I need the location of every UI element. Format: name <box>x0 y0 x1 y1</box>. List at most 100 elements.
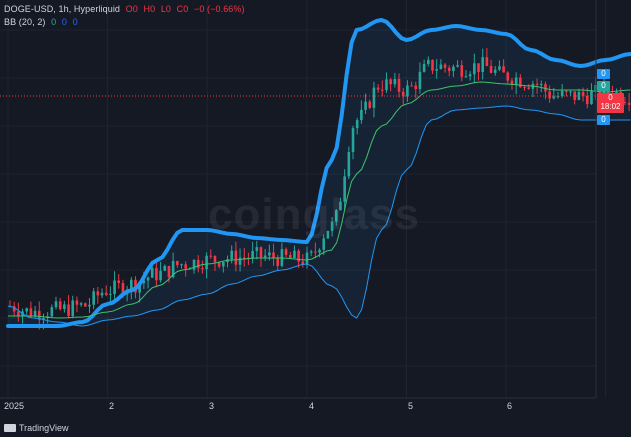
symbol-title: DOGE-USD, 1h, Hyperliquid <box>4 4 121 14</box>
candle-body <box>163 266 167 271</box>
x-tick-label: 6 <box>507 401 513 411</box>
candle-body <box>527 87 531 89</box>
candle-body <box>88 304 91 307</box>
symbol-legend[interactable]: DOGE-USD, 1h, Hyperliquid O0 H0 L0 C0 −0… <box>4 4 248 14</box>
candle-body <box>234 250 238 265</box>
candle-body <box>259 247 263 258</box>
candle-body <box>623 102 627 104</box>
candle-body <box>498 66 501 70</box>
x-tick-label: 2 <box>109 401 115 411</box>
last-price-tag: 0 18:02 <box>597 93 624 113</box>
candle-body <box>569 91 572 93</box>
candle-body <box>414 85 418 90</box>
candle-body <box>196 259 200 269</box>
ohlc-low: L0 <box>160 4 172 14</box>
ohlc-change: −0 (−0.66%) <box>193 4 245 14</box>
candle-body <box>184 264 187 269</box>
candle-body <box>104 292 108 295</box>
candle-body <box>393 79 397 85</box>
candle-body <box>71 300 75 316</box>
candle-body <box>385 79 388 91</box>
tradingview-logo[interactable]: TradingView <box>4 423 69 433</box>
candle-body <box>585 95 589 105</box>
candle-body <box>435 68 438 71</box>
candle-body <box>100 292 104 296</box>
candle-body <box>79 303 83 305</box>
candle-body <box>305 252 309 265</box>
candle-body <box>25 308 29 312</box>
candle-body <box>493 69 497 73</box>
candle-body <box>427 59 430 65</box>
candle-body <box>222 262 225 267</box>
candle-body <box>422 64 426 72</box>
lower-band-price-tag: 0 <box>597 115 610 125</box>
candle-body <box>176 261 179 266</box>
candle-body <box>205 255 208 270</box>
candle-body <box>17 311 20 316</box>
candle-body <box>544 84 547 92</box>
bar-countdown: 18:02 <box>600 102 621 111</box>
candle-body <box>213 255 217 263</box>
x-tick-label: 5 <box>408 401 414 411</box>
chart-stage: coinglass DOGE-USD, 1h, Hyperliquid O0 H… <box>0 0 631 437</box>
candle-body <box>560 90 564 97</box>
candle-body <box>477 63 480 73</box>
candle-body <box>209 255 213 257</box>
candle-body <box>50 307 54 317</box>
candle-body <box>502 66 505 73</box>
ohlc-high: H0 <box>143 4 156 14</box>
candle-body <box>347 151 351 177</box>
candle-body <box>192 259 196 270</box>
ohlc-open: O0 <box>125 4 138 14</box>
x-tick-label: 4 <box>309 401 315 411</box>
tradingview-label: TradingView <box>19 423 69 433</box>
candle-body <box>523 87 526 89</box>
candle-body <box>314 251 317 253</box>
candle-body <box>372 87 376 108</box>
candle-body <box>92 291 95 305</box>
candle-body <box>364 101 367 110</box>
candle-body <box>548 91 551 99</box>
candle-body <box>464 76 468 78</box>
candle-body <box>397 79 401 92</box>
candle-body <box>410 85 413 87</box>
candle-body <box>96 291 100 296</box>
candle-body <box>590 90 593 105</box>
candle-body <box>485 57 489 67</box>
candle-body <box>565 90 568 92</box>
candle-body <box>443 64 447 68</box>
candle-body <box>251 250 254 259</box>
candle-body <box>514 77 518 85</box>
ohlc-close: C0 <box>176 4 189 14</box>
candle-body <box>355 120 359 129</box>
candle-body <box>75 300 79 305</box>
candle-body <box>389 79 392 85</box>
candle-body <box>83 303 87 307</box>
bb-upper-value: 0 <box>61 17 67 27</box>
candle-body <box>293 250 296 259</box>
candle-body <box>468 74 472 77</box>
candle-body <box>201 268 204 270</box>
upper-band-price-tag: 0 <box>597 69 610 79</box>
candle-body <box>535 83 539 85</box>
candle-body <box>63 304 66 310</box>
candle-body <box>431 59 434 71</box>
candle-body <box>447 67 451 72</box>
candle-body <box>284 249 288 255</box>
bb-lower-value: 0 <box>72 17 78 27</box>
candle-body <box>67 304 70 316</box>
candle-body <box>268 252 271 256</box>
candle-body <box>255 247 259 251</box>
bb-basis-value: 0 <box>51 17 57 27</box>
candle-body <box>276 258 280 266</box>
candle-body <box>452 66 455 72</box>
candle-body <box>581 91 585 96</box>
candle-body <box>318 249 321 253</box>
candle-body <box>460 65 464 77</box>
candle-body <box>439 64 443 69</box>
candle-body <box>58 301 62 310</box>
candle-body <box>627 102 631 105</box>
indicator-legend[interactable]: BB (20, 2) 0 0 0 <box>4 17 81 27</box>
candle-body <box>180 264 183 266</box>
candle-body <box>481 57 484 73</box>
